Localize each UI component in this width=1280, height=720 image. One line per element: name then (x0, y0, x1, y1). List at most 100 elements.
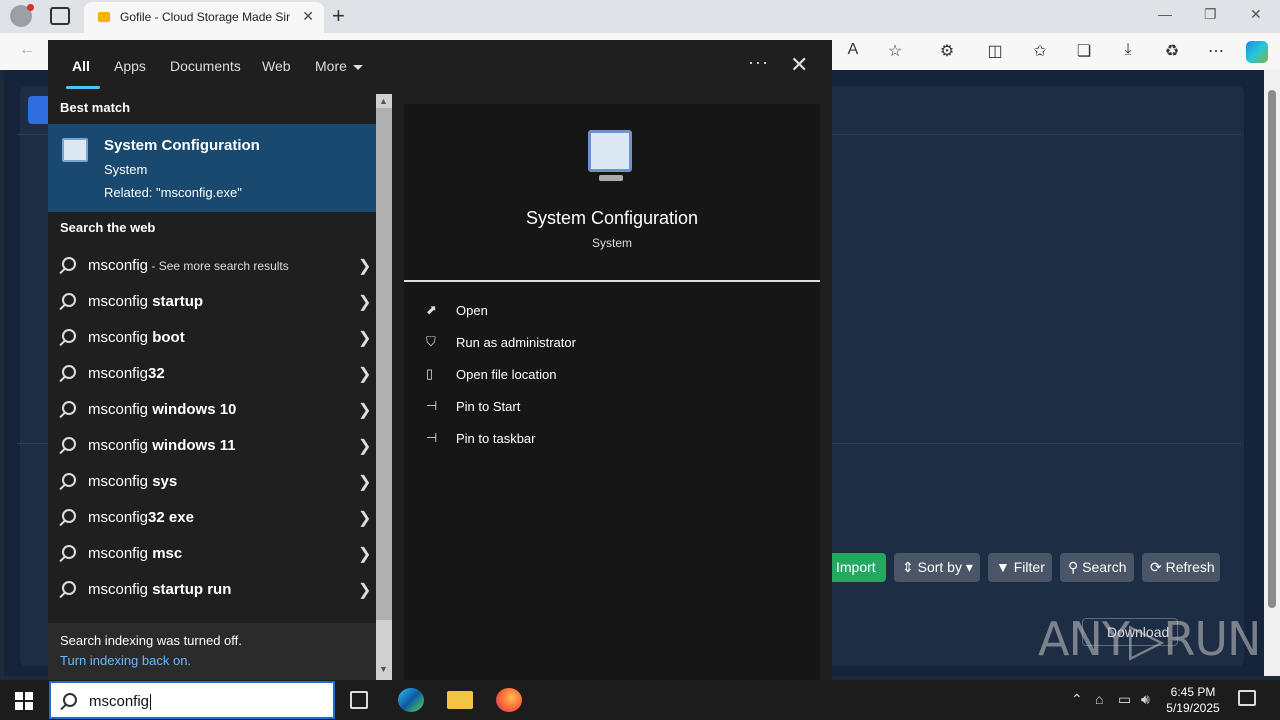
chevron-right-icon[interactable]: ❯ (358, 256, 371, 276)
chevron-right-icon[interactable]: ❯ (358, 328, 371, 348)
system-clock[interactable]: 6:45 PM 5/19/2025 (1160, 684, 1226, 716)
new-tab-button[interactable]: + (332, 3, 345, 29)
system-configuration-icon (588, 130, 632, 181)
web-result-item[interactable]: msconfig windows 11 ❯ (48, 428, 376, 464)
tab-documents[interactable]: Documents (170, 58, 241, 74)
chevron-right-icon[interactable]: ❯ (358, 472, 371, 492)
web-result-label: msconfig32 exe (88, 509, 194, 526)
chevron-right-icon[interactable]: ❯ (358, 436, 371, 456)
search-icon (62, 329, 76, 343)
volume-icon[interactable]: 🔊︎ (1141, 691, 1150, 708)
action-label: Open (456, 303, 488, 318)
filter-button[interactable]: ▼ Filter (988, 553, 1052, 582)
indexing-notice: Search indexing was turned off. Turn ind… (48, 623, 376, 680)
search-icon (62, 293, 76, 307)
notifications-icon[interactable] (1238, 690, 1256, 706)
action-open[interactable]: ⬈ Open (426, 300, 806, 324)
file-explorer-icon[interactable] (447, 691, 473, 709)
scroll-up-icon[interactable]: ▲ (379, 96, 388, 106)
minimize-button[interactable]: — (1158, 6, 1172, 22)
import-button[interactable]: Import (828, 553, 886, 582)
chevron-right-icon[interactable]: ❯ (358, 400, 371, 420)
action-pin-to-taskbar[interactable]: ⊣ Pin to taskbar (426, 428, 806, 452)
indexing-off-text: Search indexing was turned off. (60, 633, 242, 648)
web-result-item[interactable]: msconfig - See more search results ❯ (48, 248, 376, 284)
notification-dot (27, 4, 34, 11)
refresh-button[interactable]: ⟳ Refresh (1142, 553, 1220, 582)
web-result-item[interactable]: msconfig32 ❯ (48, 356, 376, 392)
search-icon (62, 257, 76, 271)
pin-icon: ⊣ (426, 430, 438, 445)
open-icon: ⬈ (426, 302, 437, 317)
extensions-icon[interactable]: ⚙ (936, 41, 958, 61)
clock-date: 5/19/2025 (1166, 701, 1220, 715)
tab-actions-icon[interactable] (50, 7, 70, 25)
page-scrollbar[interactable] (1264, 70, 1280, 676)
device-icon[interactable]: ⌂ (1095, 691, 1103, 707)
web-result-label: msconfig startup run (88, 581, 232, 598)
detail-app-type: System (591, 236, 632, 250)
tab-apps[interactable]: Apps (114, 58, 146, 74)
action-label: Run as administrator (456, 335, 576, 350)
web-result-item[interactable]: msconfig boot ❯ (48, 320, 376, 356)
favorites-icon[interactable]: ✩ (1029, 41, 1051, 61)
web-result-label: msconfig startup (88, 293, 204, 310)
web-result-item[interactable]: msconfig msc ❯ (48, 536, 376, 572)
windows-taskbar: msconfig ⌃ ⌂ ▭ 🔊︎ 6:45 PM 5/19/2025 (0, 680, 1280, 720)
tab-close-icon[interactable]: ✕ (302, 8, 314, 25)
chevron-up-icon[interactable]: ⌃ (1071, 691, 1083, 708)
search-button[interactable]: ⚲ Search (1060, 553, 1134, 582)
more-menu-icon[interactable]: ⋯ (1205, 41, 1227, 61)
web-result-label: msconfig windows 11 (88, 437, 236, 454)
turn-indexing-on-link[interactable]: Turn indexing back on. (60, 653, 191, 668)
favorite-star-icon[interactable]: ☆ (884, 41, 906, 61)
firefox-icon[interactable] (496, 688, 522, 712)
more-options-icon[interactable]: ··· (748, 52, 769, 73)
divider (404, 280, 820, 282)
chevron-right-icon[interactable]: ❯ (358, 544, 371, 564)
browser-tab[interactable]: Gofile - Cloud Storage Made Simple ✕ (84, 2, 324, 33)
performance-icon[interactable]: ♻ (1161, 41, 1183, 61)
task-view-icon[interactable] (350, 691, 368, 709)
read-aloud-icon[interactable]: A (842, 41, 864, 59)
action-run-as-admin[interactable]: ⛉ Run as administrator (426, 332, 806, 356)
web-result-item[interactable]: msconfig32 exe ❯ (48, 500, 376, 536)
close-window-button[interactable]: ✕ (1250, 6, 1262, 23)
start-search-panel: All Apps Documents Web More ··· ✕ Best m… (48, 40, 832, 680)
web-result-item[interactable]: msconfig sys ❯ (48, 464, 376, 500)
scrollbar-thumb[interactable] (376, 108, 392, 620)
tab-more[interactable]: More (315, 58, 363, 74)
scrollbar-thumb[interactable] (1268, 90, 1276, 608)
copilot-icon[interactable] (1246, 41, 1268, 63)
taskbar-search-input[interactable]: msconfig (49, 681, 335, 719)
collections-icon[interactable]: ❏ (1073, 41, 1095, 61)
action-open-file-location[interactable]: ▯ Open file location (426, 364, 806, 388)
tab-web[interactable]: Web (262, 58, 291, 74)
tab-all[interactable]: All (72, 58, 90, 74)
profile-avatar[interactable] (10, 4, 34, 27)
results-scrollbar[interactable]: ▲ ▼ (376, 94, 392, 680)
web-result-item[interactable]: msconfig startup ❯ (48, 284, 376, 320)
chevron-right-icon[interactable]: ❯ (358, 292, 371, 312)
back-icon[interactable]: ← (16, 41, 38, 59)
close-search-icon[interactable]: ✕ (790, 52, 808, 78)
scroll-down-icon[interactable]: ▼ (379, 664, 388, 674)
search-results-pane: Best match System Configuration System R… (48, 94, 376, 680)
anyrun-watermark: ANY▷RUN (1038, 612, 1261, 666)
best-match-item[interactable]: System Configuration System Related: "ms… (48, 124, 376, 212)
web-result-item[interactable]: msconfig startup run ❯ (48, 572, 376, 608)
pin-icon: ⊣ (426, 398, 438, 413)
sort-by-button[interactable]: ⇕ Sort by ▾ (894, 553, 980, 582)
web-result-item[interactable]: msconfig windows 10 ❯ (48, 392, 376, 428)
network-icon[interactable]: ▭ (1118, 691, 1131, 708)
system-configuration-icon (62, 138, 88, 162)
chevron-right-icon[interactable]: ❯ (358, 364, 371, 384)
edge-icon[interactable] (398, 688, 424, 712)
chevron-right-icon[interactable]: ❯ (358, 508, 371, 528)
chevron-right-icon[interactable]: ❯ (358, 580, 371, 600)
windows-start-icon[interactable] (15, 692, 33, 710)
downloads-icon[interactable]: ⤓ (1117, 41, 1139, 59)
action-pin-to-start[interactable]: ⊣ Pin to Start (426, 396, 806, 420)
split-screen-icon[interactable]: ◫ (984, 41, 1006, 61)
restore-button[interactable]: ❐ (1204, 6, 1217, 23)
